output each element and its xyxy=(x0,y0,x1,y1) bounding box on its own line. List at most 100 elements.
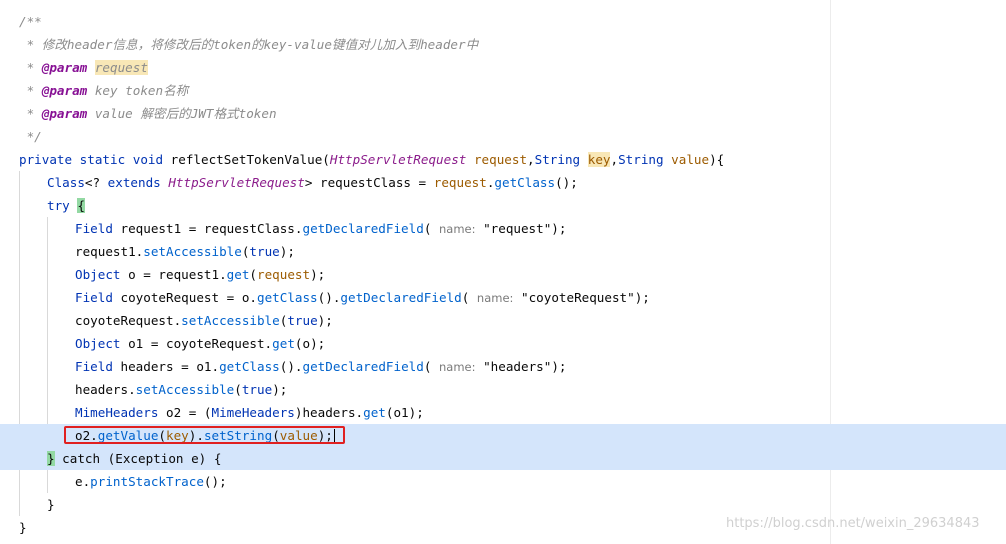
code-token: ); xyxy=(272,382,288,397)
code-token: request xyxy=(433,175,487,190)
code-token: String xyxy=(534,152,581,167)
code-token: HttpServletRequest xyxy=(168,175,305,190)
code-token: , xyxy=(610,152,619,167)
code-token: try xyxy=(47,198,70,213)
code-token: private static void xyxy=(19,152,171,167)
code-token: Object xyxy=(75,336,121,351)
code-token: "headers"); xyxy=(475,359,567,374)
code-line[interactable]: Field request1 = requestClass.getDeclare… xyxy=(0,217,1006,240)
code-editor[interactable]: /** * 修改header信息，将修改后的token的key-value键值对… xyxy=(0,0,1006,544)
code-token: * xyxy=(19,83,42,98)
code-token: true xyxy=(287,313,318,328)
code-token: setAccessible xyxy=(143,244,242,259)
code-token: coyoteRequest = o. xyxy=(112,290,257,305)
code-token: ( xyxy=(461,290,477,305)
code-line[interactable]: * 修改header信息，将修改后的token的key-value键值对儿加入到… xyxy=(0,33,1006,56)
code-token: (o); xyxy=(294,336,326,351)
code-token: getClass xyxy=(256,290,318,305)
code-token: getDeclaredField xyxy=(340,290,462,305)
code-token: true xyxy=(249,244,280,259)
code-token: extends xyxy=(107,175,161,190)
code-token: (). xyxy=(279,359,303,374)
code-token: get xyxy=(226,267,250,282)
code-token: e. xyxy=(75,474,91,489)
code-token: ); xyxy=(317,313,333,328)
code-token: } xyxy=(47,497,55,512)
code-token: "coyoteRequest"); xyxy=(513,290,650,305)
code-line[interactable]: /** xyxy=(0,10,1006,33)
code-line[interactable]: request1.setAccessible(true); xyxy=(0,240,1006,263)
code-token: /** xyxy=(19,14,42,29)
code-token: ( xyxy=(249,267,257,282)
code-token: HttpServletRequest xyxy=(329,152,467,167)
code-token: @param xyxy=(41,83,88,98)
code-token: ){ xyxy=(709,152,725,167)
code-line[interactable]: */ xyxy=(0,125,1006,148)
code-line[interactable]: private static void reflectSetTokenValue… xyxy=(0,148,1006,171)
code-token: * xyxy=(19,60,42,75)
code-token: o1 = coyoteRequest. xyxy=(120,336,273,351)
code-line[interactable]: } xyxy=(0,493,1006,516)
watermark: https://blog.csdn.net/weixin_29634843 xyxy=(726,516,980,531)
code-token: getClass xyxy=(219,359,280,374)
code-token: get xyxy=(272,336,295,351)
code-line[interactable]: coyoteRequest.setAccessible(true); xyxy=(0,309,1006,332)
code-token: String xyxy=(618,152,664,167)
code-token: setAccessible xyxy=(135,382,235,397)
code-token: MimeHeaders xyxy=(75,405,159,420)
code-token: Field xyxy=(75,359,113,374)
code-line[interactable]: * @param key token名称 xyxy=(0,79,1006,102)
code-line[interactable]: } catch (Exception e) { xyxy=(0,447,1006,470)
code-line[interactable]: Class<? extends HttpServletRequest> requ… xyxy=(0,171,1006,194)
code-token: request1. xyxy=(75,244,144,259)
code-token: get xyxy=(363,405,386,420)
code-token: name: xyxy=(439,360,476,374)
code-token: <? xyxy=(84,175,108,190)
code-token: value xyxy=(671,152,710,167)
code-line[interactable]: headers.setAccessible(true); xyxy=(0,378,1006,401)
code-line[interactable]: * @param request xyxy=(0,56,1006,79)
code-token: > requestClass = xyxy=(304,175,434,190)
code-line[interactable]: MimeHeaders o2 = (MimeHeaders)headers.ge… xyxy=(0,401,1006,424)
code-token: getClass xyxy=(494,175,556,190)
code-token: ( xyxy=(423,221,439,236)
code-token: MimeHeaders xyxy=(211,405,295,420)
code-line[interactable]: Object o = request1.get(request); xyxy=(0,263,1006,286)
code-token: } xyxy=(19,520,27,535)
code-token: o = request1. xyxy=(120,267,227,282)
code-token: reflectSetTokenValue( xyxy=(170,152,330,167)
code-token: value 解密后的JWT格式token xyxy=(87,106,277,121)
code-token: Field xyxy=(75,290,113,305)
code-token: Object xyxy=(75,267,121,282)
code-line[interactable]: e.printStackTrace(); xyxy=(0,470,1006,493)
code-token: , xyxy=(527,152,535,167)
code-token: catch (Exception e) { xyxy=(54,451,222,466)
code-token: o2 = ( xyxy=(158,405,212,420)
code-token: name: xyxy=(476,291,514,305)
code-line[interactable]: * @param value 解密后的JWT格式token xyxy=(0,102,1006,125)
code-token: (); xyxy=(203,474,227,489)
code-token: coyoteRequest. xyxy=(75,313,182,328)
code-line[interactable]: Field coyoteRequest = o.getClass().getDe… xyxy=(0,286,1006,309)
code-token: * 修改header信息，将修改后的token的key-value键值对儿加入到… xyxy=(19,37,479,52)
code-token: { xyxy=(77,198,85,213)
code-token: headers. xyxy=(75,382,136,397)
code-line[interactable]: Object o1 = coyoteRequest.get(o); xyxy=(0,332,1006,355)
code-line[interactable]: Field headers = o1.getClass().getDeclare… xyxy=(0,355,1006,378)
code-token: )headers. xyxy=(294,405,364,420)
code-token: * xyxy=(19,106,42,121)
code-token: @param xyxy=(41,106,88,121)
code-token: request xyxy=(473,152,528,167)
code-token: "request"); xyxy=(475,221,567,236)
code-token: request xyxy=(94,60,148,75)
code-token: true xyxy=(241,382,273,397)
code-token: (o1); xyxy=(385,405,424,420)
code-token: getDeclaredField xyxy=(302,359,424,374)
code-token: */ xyxy=(19,129,42,144)
code-token: name: xyxy=(438,222,476,236)
code-line[interactable]: try { xyxy=(0,194,1006,217)
code-token: ( xyxy=(234,382,242,397)
